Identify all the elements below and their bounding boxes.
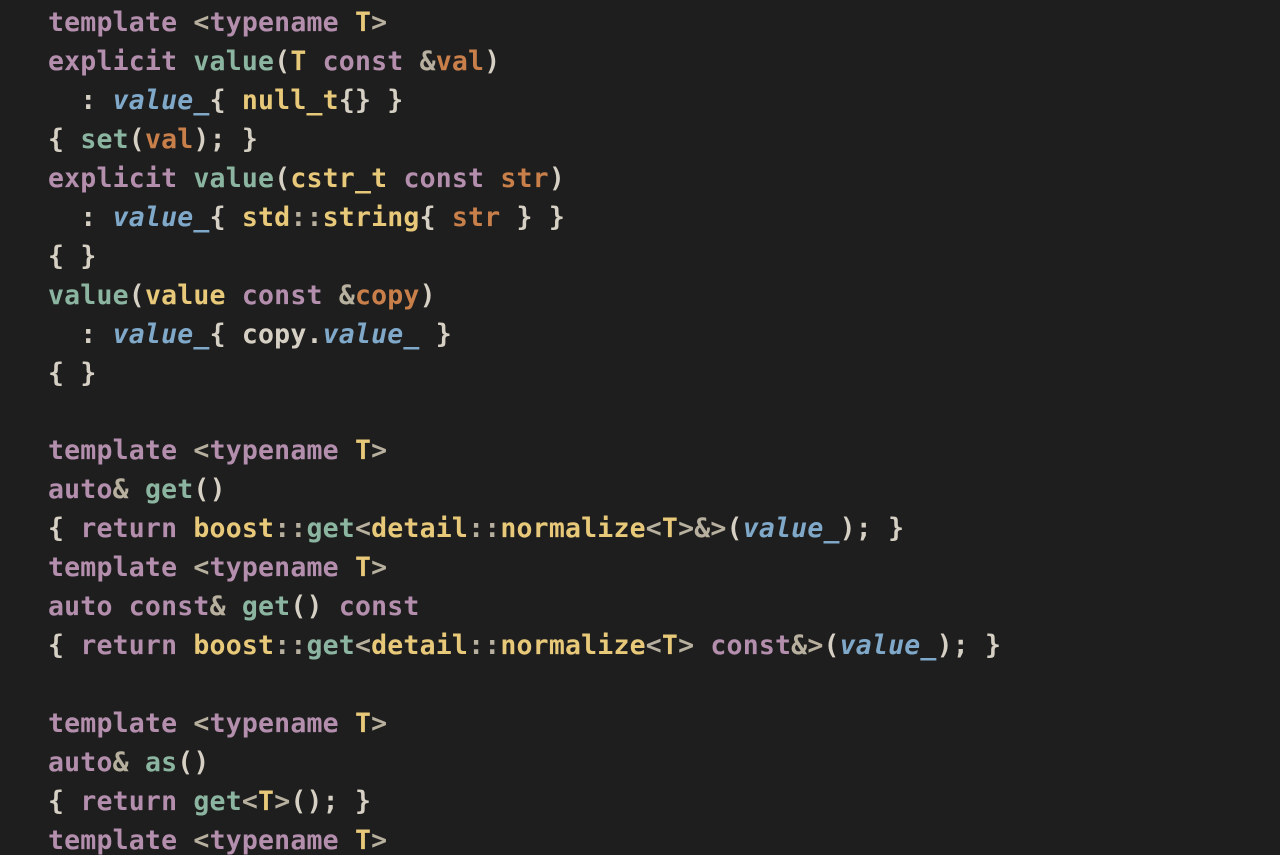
type-normalize: normalize — [500, 513, 645, 544]
code-line: { set(val); } — [48, 124, 258, 155]
param-copy: copy — [355, 280, 420, 311]
fn-set: set — [80, 124, 128, 155]
code-line: { } — [48, 358, 96, 389]
ns-std: std — [242, 202, 290, 233]
param-val: val — [436, 46, 484, 77]
ctor-value: value — [193, 46, 274, 77]
code-line: template <typename T> — [48, 708, 387, 739]
param-str: str — [500, 163, 548, 194]
type-cstr_t: cstr_t — [290, 163, 387, 194]
code-line: auto& as() — [48, 747, 210, 778]
code-line: { return boost::get<detail::normalize<T>… — [48, 630, 1001, 661]
fn-as: as — [145, 747, 177, 778]
keyword-typename: typename — [210, 7, 339, 38]
code-line: auto& get() — [48, 474, 226, 505]
code-line: { return boost::get<detail::normalize<T>… — [48, 513, 904, 544]
blank-line — [48, 669, 64, 700]
code-line: { return get<T>(); } — [48, 786, 371, 817]
keyword-explicit: explicit — [48, 46, 177, 77]
type-null_t: null_t — [242, 85, 339, 116]
blank-line — [48, 397, 64, 428]
code-line: template <typename T> — [48, 7, 387, 38]
code-line: : value_{ std::string{ str } } — [48, 202, 565, 233]
type-T: T — [355, 7, 371, 38]
ns-detail: detail — [371, 513, 468, 544]
code-line: explicit value(cstr_t const str) — [48, 163, 565, 194]
code-line: : value_{ null_t{} } — [48, 85, 403, 116]
code-line: { } — [48, 241, 96, 272]
code-line: explicit value(T const &val) — [48, 46, 500, 77]
code-block: template <typename T> explicit value(T c… — [0, 0, 1280, 855]
member-value: value_ — [113, 85, 210, 116]
code-line: template <typename T> — [48, 552, 387, 583]
fn-get: get — [145, 474, 193, 505]
code-line: : value_{ copy.value_ } — [48, 319, 452, 350]
keyword-template: template — [48, 7, 177, 38]
type-string: string — [323, 202, 420, 233]
code-line: template <typename T> — [48, 435, 387, 466]
code-line: template <typename T> — [48, 825, 387, 855]
code-line: auto const& get() const — [48, 591, 420, 622]
code-line: value(value const &copy) — [48, 280, 436, 311]
ns-boost: boost — [193, 513, 274, 544]
type-value: value — [145, 280, 226, 311]
